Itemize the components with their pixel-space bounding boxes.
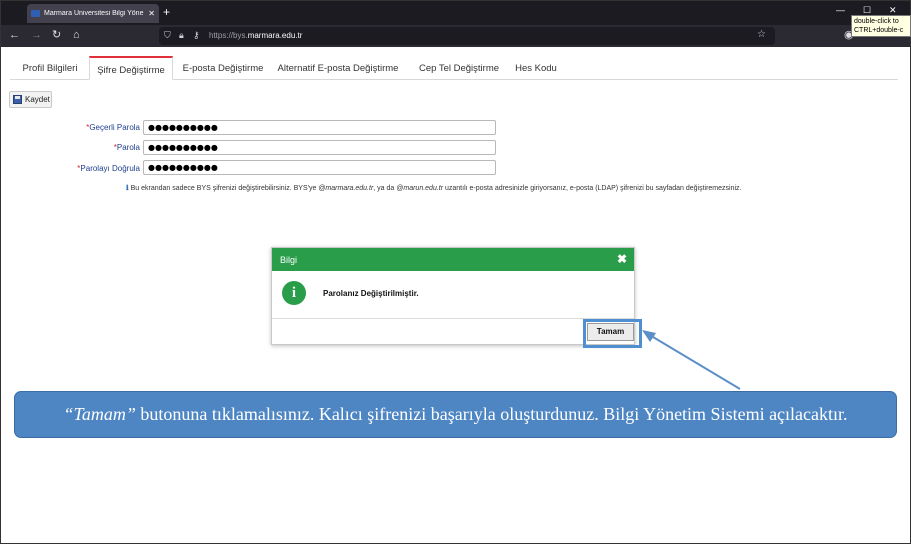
tab-profile-info[interactable]: Profil Bilgileri: [10, 56, 90, 80]
tab-alt-email-change[interactable]: Alternatif E-posta Değiştirme: [274, 56, 402, 80]
instruction-callout: “Tamam” butonuna tıklamalısınız. Kalıcı …: [14, 391, 897, 438]
url-text[interactable]: https://bys.marmara.edu.tr: [209, 31, 302, 40]
dialog-title: Bilgi: [280, 255, 298, 265]
tab-password-change[interactable]: Şifre Değiştirme: [89, 56, 173, 80]
tab-hes-code[interactable]: Hes Kodu: [510, 56, 562, 80]
tab-close-icon[interactable]: ✕: [148, 9, 155, 18]
confirm-password-label: *Parolayı Doğrula: [20, 164, 140, 173]
lock-icon[interactable]: 🔒︎: [179, 30, 184, 41]
home-icon[interactable]: ⌂: [73, 29, 80, 42]
confirm-password-label-text: Parolayı Doğrula: [80, 164, 140, 173]
new-password-input[interactable]: [143, 140, 496, 155]
dialog-close-icon[interactable]: ✖: [617, 252, 627, 266]
floppy-disk-icon: [13, 95, 22, 104]
bookmark-star-icon[interactable]: ☆: [757, 29, 766, 40]
password-label-text: Parola: [116, 143, 140, 152]
info-text: uzantılı e-posta adresinizle giriyorsanı…: [443, 185, 742, 192]
new-tab-button[interactable]: +: [163, 5, 170, 19]
forward-arrow-icon[interactable]: →: [31, 29, 42, 42]
tab-mobile-phone-change[interactable]: Cep Tel Değiştirme: [411, 56, 507, 80]
current-password-label: *Geçerli Parola: [20, 123, 140, 132]
info-text: Bu ekrandan sadece BYS şifrenizi değişti…: [128, 185, 319, 192]
ok-button[interactable]: Tamam: [587, 323, 634, 341]
dialog-body: i Parolanız Değiştirilmiştir.: [272, 271, 634, 319]
callout-quoted: “Tamam”: [63, 404, 136, 424]
tab-email-change[interactable]: E-posta Değiştirme: [175, 56, 271, 80]
browser-nav-bar: ← → ↻ ⌂ ⛉ 🔒︎ ⚷ https://bys.marmara.edu.t…: [1, 25, 910, 47]
tooltip: double-click to CTRL+double-c: [851, 15, 911, 37]
reload-icon[interactable]: ↻: [52, 29, 61, 42]
callout-text: butonuna tıklamalısınız. Kalıcı şifreniz…: [135, 404, 848, 424]
minimize-icon[interactable]: —: [836, 5, 845, 15]
tooltip-line: double-click to: [854, 18, 899, 25]
current-password-input[interactable]: [143, 120, 496, 135]
dialog-message: Parolanız Değiştirilmiştir.: [323, 289, 419, 298]
browser-tab[interactable]: Marmara Üniversitesi Bilgi Yöne ✕: [27, 4, 159, 23]
info-note: ℹ Bu ekrandan sadece BYS şifrenizi değiş…: [126, 184, 741, 192]
current-password-label-text: Geçerli Parola: [89, 123, 140, 132]
info-domain: @marun.edu.tr: [396, 185, 444, 192]
dialog-info-icon: i: [282, 281, 306, 305]
confirm-password-input[interactable]: [143, 160, 496, 175]
site-favicon-icon: [31, 10, 40, 17]
info-dialog: Bilgi ✖ i Parolanız Değiştirilmiştir. Ta…: [271, 247, 642, 348]
password-label: *Parola: [20, 143, 140, 152]
profile-tabs: Profil Bilgileri Şifre Değiştirme E-post…: [10, 56, 898, 80]
permissions-key-icon[interactable]: ⚷: [193, 30, 200, 41]
tooltip-line: CTRL+double-c: [854, 27, 904, 34]
back-arrow-icon[interactable]: ←: [9, 29, 20, 42]
browser-tab-bar: Marmara Üniversitesi Bilgi Yöne ✕ + — ☐ …: [1, 1, 910, 25]
browser-tab-title: Marmara Üniversitesi Bilgi Yöne: [44, 10, 144, 17]
url-bar[interactable]: ⛉ 🔒︎ ⚷ https://bys.marmara.edu.tr ☆: [159, 27, 775, 45]
save-button[interactable]: Kaydet: [9, 91, 52, 108]
info-domain: @marmara.edu.tr: [318, 185, 374, 192]
dialog-header: Bilgi ✖: [272, 248, 634, 271]
save-button-label: Kaydet: [25, 95, 50, 104]
info-text: , ya da: [373, 185, 397, 192]
tracking-shield-icon[interactable]: ⛉: [164, 30, 171, 41]
